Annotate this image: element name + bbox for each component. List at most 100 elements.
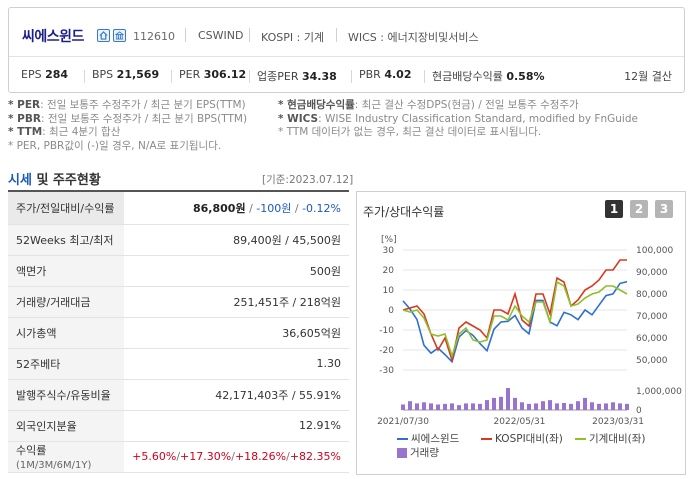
volume-bar — [583, 397, 587, 410]
divider — [185, 28, 186, 42]
settlement-month: 12월 결산 — [624, 70, 672, 83]
company-name[interactable]: 씨에스윈드 — [22, 26, 84, 46]
row-label: 거래량/거래대금 — [8, 286, 125, 318]
volume-bar — [527, 403, 531, 410]
right-tick-label: 70,000 — [636, 312, 668, 322]
row-label: 발행주식수/유동비율 — [8, 379, 125, 411]
volume-tick-label: 0 — [636, 406, 642, 416]
row-label: 52주베타 — [8, 348, 125, 380]
volume-bar — [555, 403, 559, 410]
table-row: 발행주식수/유동비율 42,171,403주 / 55.91% — [8, 379, 349, 411]
legend-item: 씨에스윈드 — [397, 431, 459, 446]
volume-bar — [576, 401, 580, 410]
table-row: 52Weeks 최고/최저 89,400원 / 45,500원 — [8, 224, 349, 256]
left-tick-label: -20 — [379, 346, 394, 356]
legend-item: 거래량 — [397, 445, 439, 460]
divider — [336, 28, 337, 42]
metric-dividend-yield: 현금배당수익률 0.58% — [432, 70, 545, 83]
market-data-table: 주가/전일대비/수익률 86,800원 / -100원 / -0.12% 52W… — [8, 192, 349, 473]
volume-bar — [541, 401, 545, 410]
x-tick-label: 2021/07/30 — [377, 417, 429, 427]
volume-bar — [478, 403, 482, 410]
metric-eps: EPS 284 — [21, 68, 69, 81]
volume-bar — [534, 403, 538, 410]
volume-bar — [401, 404, 405, 410]
ir-building-icon[interactable] — [113, 29, 126, 42]
note-ttm-missing: * TTM 데이터가 없는 경우, 최근 결산 데이터로 표시됩니다. — [278, 126, 542, 138]
left-tick-label: -30 — [379, 366, 394, 376]
volume-bar — [569, 403, 573, 410]
volume-bar — [513, 397, 517, 410]
notes-left: * PER: 전일 보통주 수정주가 / 최근 분기 EPS(TTM) * PB… — [8, 99, 247, 153]
divider — [249, 70, 250, 83]
note-negative: * PER, PBR값이 (-)일 경우, N/A로 표기됩니다. — [8, 139, 222, 152]
right-tick-label: 80,000 — [636, 290, 668, 300]
volume-bar — [492, 397, 496, 410]
divider — [249, 28, 250, 42]
table-row: 52주베타 1.30 — [8, 348, 349, 380]
volume-bar — [450, 403, 454, 410]
volume-bar — [625, 403, 629, 410]
volume-bar — [499, 396, 503, 410]
left-tick-label: 20 — [383, 266, 395, 276]
volume-bar — [471, 403, 475, 410]
volume-bar — [443, 403, 447, 410]
volume-bar — [597, 403, 601, 410]
home-icon[interactable] — [97, 29, 110, 42]
reference-date: [기준:2023.07.12] — [262, 174, 354, 186]
note-pbr: * PBR: 전일 보통주 수정주가 / 최근 분기 BPS(TTM) — [8, 112, 248, 125]
row-label: 외국인지분율 — [8, 410, 125, 442]
metric-per: PER 306.12 — [179, 68, 247, 81]
row-value: 500원 — [124, 255, 349, 287]
wics-sector: WICS : 에너지장비및서비스 — [348, 31, 479, 44]
table-row: 액면가 500원 — [8, 255, 349, 287]
volume-tick-label: 1,000,000 — [636, 387, 682, 397]
row-label: 52Weeks 최고/최저 — [8, 224, 125, 256]
table-row: 외국인지분율 12.91% — [8, 410, 349, 442]
note-per: * PER: 전일 보통주 수정주가 / 최근 분기 EPS(TTM) — [8, 99, 246, 111]
notes-right: * 현금배당수익률: 최근 결산 수정DPS(현금) / 전일 보통주 수정주가… — [278, 99, 638, 140]
volume-bar — [562, 402, 566, 410]
row-label: 주가/전일대비/수익률 — [8, 192, 125, 225]
chart-panel: 주가/상대수익률 1 2 3 [%] 30 20 10 0 -10 -20 -30 100,00… — [356, 191, 686, 475]
table-row: 수익률(1M/3M/6M/1Y) +5.60%/+17.30%/+18.26%/… — [8, 441, 349, 473]
price-change-value: 86,800원 / -100원 / -0.12% — [124, 192, 349, 225]
left-tick-label: -10 — [379, 326, 394, 336]
right-tick-label: 50,000 — [636, 356, 668, 366]
company-title-row: 씨에스윈드 112610 CSWIND KOSPI : 기계 WICS : 에너… — [9, 8, 684, 57]
row-label: 액면가 — [8, 255, 125, 287]
x-tick-label: 2023/03/31 — [592, 417, 644, 427]
row-value: 89,400원 / 45,500원 — [124, 224, 349, 256]
volume-bar — [590, 402, 594, 410]
row-value: 1.30 — [124, 348, 349, 380]
x-tick-label: 2022/05/31 — [494, 417, 546, 427]
table-row: 주가/전일대비/수익률 86,800원 / -100원 / -0.12% — [8, 192, 349, 225]
note-dividend: * 현금배당수익률: 최근 결산 수정DPS(현금) / 전일 보통주 수정주가 — [278, 99, 579, 111]
volume-bar — [415, 403, 419, 410]
metric-bps: BPS 21,569 — [92, 68, 160, 81]
volume-bar — [422, 402, 426, 410]
legend-item: KOSPI대비(좌) — [481, 431, 563, 446]
returns-value: +5.60%/+17.30%/+18.26%/+82.35% — [124, 441, 349, 473]
stock-code: 112610 — [133, 30, 175, 43]
right-tick-label: 90,000 — [636, 268, 668, 278]
note-wics: * WICS: WISE Industry Classification Sta… — [278, 112, 638, 125]
volume-bar — [436, 404, 440, 410]
market-sector: KOSPI : 기계 — [261, 31, 325, 44]
row-label: 시가총액 — [8, 317, 125, 349]
volume-bar — [464, 403, 468, 410]
volume-bar — [520, 402, 524, 410]
volume-bar — [485, 400, 489, 410]
volume-bar — [618, 403, 622, 410]
section-title: 시세 및 주주현황 — [8, 173, 101, 188]
left-tick-label: 0 — [388, 306, 394, 316]
volume-bar — [604, 403, 608, 410]
english-name: CSWIND — [198, 29, 244, 42]
volume-bar — [506, 388, 510, 410]
company-summary-box: 씨에스윈드 112610 CSWIND KOSPI : 기계 WICS : 에너… — [8, 7, 685, 93]
left-axis-unit: [%] — [381, 235, 397, 245]
divider — [84, 70, 85, 83]
legend-item: 기계대비(좌) — [575, 431, 646, 446]
left-tick-label: 30 — [383, 246, 395, 256]
volume-bar — [457, 405, 461, 410]
